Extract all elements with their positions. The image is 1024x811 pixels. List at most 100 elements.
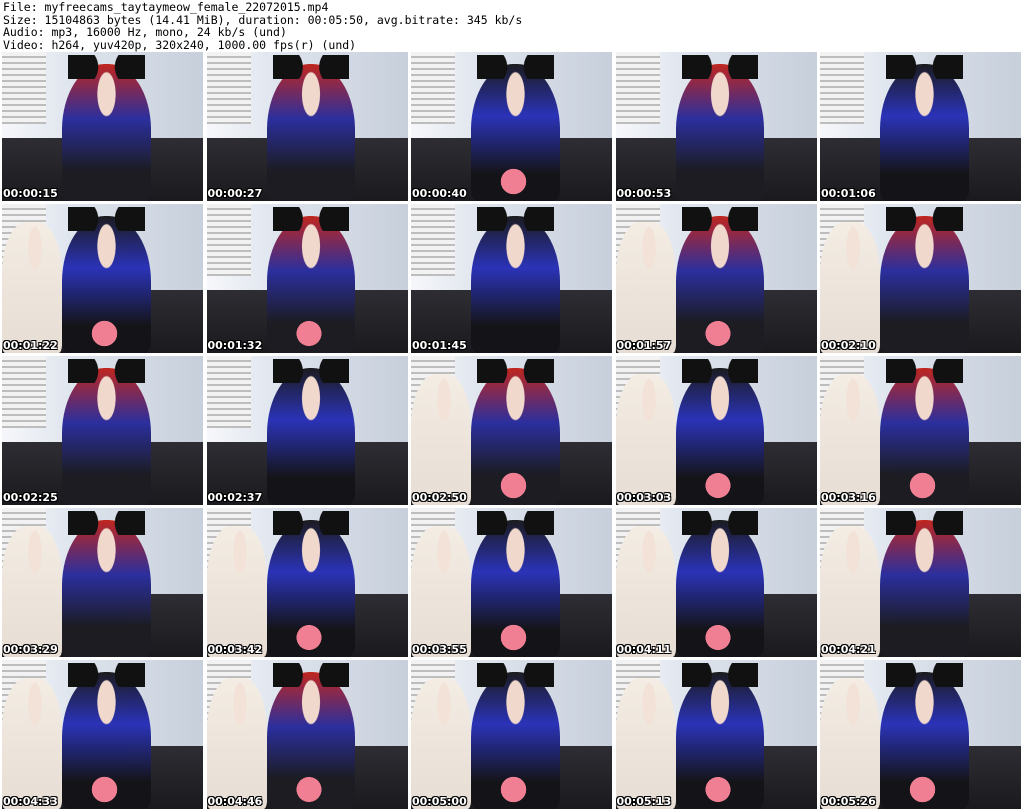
- audio-info-line: Audio: mp3, 16000 Hz, mono, 24 kb/s (und…: [3, 25, 287, 40]
- flower-emblem: [86, 320, 123, 348]
- video-frame-thumbnail[interactable]: 00:00:53: [615, 52, 817, 201]
- video-frame-thumbnail[interactable]: 00:02:37: [206, 356, 408, 505]
- video-frame-thumbnail[interactable]: 00:04:46: [206, 660, 408, 809]
- companion-figure: [411, 677, 472, 809]
- hood-ears: [477, 206, 554, 231]
- video-frame-thumbnail[interactable]: 00:01:32: [206, 204, 408, 353]
- thumbnail-grid: 00:00:15 00:00:27 00:00:40 00:00:53 00:01:06…: [2, 52, 1022, 810]
- video-frame-thumbnail[interactable]: 00:02:10: [820, 204, 1021, 353]
- companion-figure: [820, 373, 881, 505]
- window-blind: [206, 356, 251, 428]
- video-frame-thumbnail[interactable]: 00:01:22: [2, 204, 203, 353]
- window-blind: [2, 52, 47, 124]
- video-frame-thumbnail[interactable]: 00:03:42: [206, 508, 408, 657]
- frame-timestamp: 00:01:22: [3, 339, 58, 352]
- frame-timestamp: 00:04:21: [821, 643, 876, 656]
- companion-figure: [820, 677, 881, 809]
- hood-ears: [681, 206, 759, 231]
- window-blind: [206, 204, 251, 276]
- subject-figure: [880, 519, 969, 657]
- video-frame-thumbnail[interactable]: 00:00:40: [411, 52, 612, 201]
- frame-timestamp: 00:00:27: [207, 187, 263, 200]
- video-frame-thumbnail[interactable]: 00:02:25: [2, 356, 203, 505]
- flower-emblem: [290, 776, 328, 804]
- video-info-line: Video: h264, yuv420p, 320x240, 1000.00 f…: [3, 37, 357, 52]
- video-frame-thumbnail[interactable]: 00:03:55: [411, 508, 612, 657]
- flower-emblem: [495, 168, 532, 196]
- window-blind: [411, 204, 456, 276]
- video-frame-thumbnail[interactable]: 00:04:11: [615, 508, 817, 657]
- companion-figure: [2, 525, 63, 657]
- hood-ears: [272, 206, 350, 231]
- hood-ears: [886, 662, 963, 687]
- hood-ears: [272, 358, 350, 383]
- frame-timestamp: 00:04:11: [616, 643, 672, 656]
- frame-timestamp: 00:03:03: [616, 491, 672, 504]
- subject-figure: [266, 367, 356, 505]
- file-info-header: File: myfreecams_taytaymeow_female_22072…: [3, 1, 1021, 51]
- video-frame-thumbnail[interactable]: 00:01:06: [820, 52, 1021, 201]
- frame-timestamp: 00:00:40: [412, 187, 467, 200]
- hood-ears: [68, 206, 145, 231]
- subject-figure: [266, 63, 356, 201]
- file-name-line: File: myfreecams_taytaymeow_female_22072…: [3, 0, 329, 14]
- flower-emblem: [699, 624, 737, 652]
- companion-figure: [2, 221, 63, 353]
- hood-ears: [68, 54, 145, 79]
- companion-figure: [820, 221, 881, 353]
- subject-figure: [471, 215, 560, 353]
- video-frame-thumbnail[interactable]: 00:01:57: [615, 204, 817, 353]
- companion-figure: [206, 525, 267, 657]
- hood-ears: [681, 510, 759, 535]
- subject-figure: [62, 519, 151, 657]
- video-frame-thumbnail[interactable]: 00:05:00: [411, 660, 612, 809]
- frame-timestamp: 00:03:29: [3, 643, 58, 656]
- frame-timestamp: 00:02:25: [3, 491, 58, 504]
- subject-figure: [880, 215, 969, 353]
- frame-timestamp: 00:02:10: [821, 339, 876, 352]
- hood-ears: [477, 54, 554, 79]
- companion-figure: [820, 525, 881, 657]
- frame-timestamp: 00:01:06: [821, 187, 876, 200]
- video-frame-thumbnail[interactable]: 00:04:33: [2, 660, 203, 809]
- companion-figure: [2, 677, 63, 809]
- window-blind: [2, 356, 47, 428]
- video-frame-thumbnail[interactable]: 00:00:15: [2, 52, 203, 201]
- window-blind: [820, 52, 865, 124]
- video-frame-thumbnail[interactable]: 00:01:45: [411, 204, 612, 353]
- frame-timestamp: 00:04:46: [207, 795, 263, 808]
- hood-ears: [886, 358, 963, 383]
- video-frame-thumbnail[interactable]: 00:02:50: [411, 356, 612, 505]
- hood-ears: [681, 662, 759, 687]
- video-frame-thumbnail[interactable]: 00:03:16: [820, 356, 1021, 505]
- flower-emblem: [699, 472, 737, 500]
- video-frame-thumbnail[interactable]: 00:05:26: [820, 660, 1021, 809]
- frame-timestamp: 00:03:55: [412, 643, 467, 656]
- frame-timestamp: 00:00:53: [616, 187, 672, 200]
- video-frame-thumbnail[interactable]: 00:05:13: [615, 660, 817, 809]
- frame-timestamp: 00:01:45: [412, 339, 467, 352]
- hood-ears: [272, 662, 350, 687]
- hood-ears: [477, 662, 554, 687]
- companion-figure: [206, 677, 267, 809]
- hood-ears: [477, 358, 554, 383]
- video-frame-thumbnail[interactable]: 00:03:03: [615, 356, 817, 505]
- flower-emblem: [495, 472, 532, 500]
- frame-timestamp: 00:02:37: [207, 491, 263, 504]
- subject-figure: [62, 367, 151, 505]
- frame-timestamp: 00:01:32: [207, 339, 263, 352]
- flower-emblem: [86, 776, 123, 804]
- hood-ears: [886, 510, 963, 535]
- flower-emblem: [290, 320, 328, 348]
- hood-ears: [272, 54, 350, 79]
- window-blind: [206, 52, 251, 124]
- video-frame-thumbnail[interactable]: 00:04:21: [820, 508, 1021, 657]
- video-frame-thumbnail[interactable]: 00:03:29: [2, 508, 203, 657]
- flower-emblem: [495, 776, 532, 804]
- hood-ears: [681, 54, 759, 79]
- frame-timestamp: 00:01:57: [616, 339, 672, 352]
- video-frame-thumbnail[interactable]: 00:00:27: [206, 52, 408, 201]
- hood-ears: [68, 662, 145, 687]
- frame-timestamp: 00:05:13: [616, 795, 672, 808]
- hood-ears: [477, 510, 554, 535]
